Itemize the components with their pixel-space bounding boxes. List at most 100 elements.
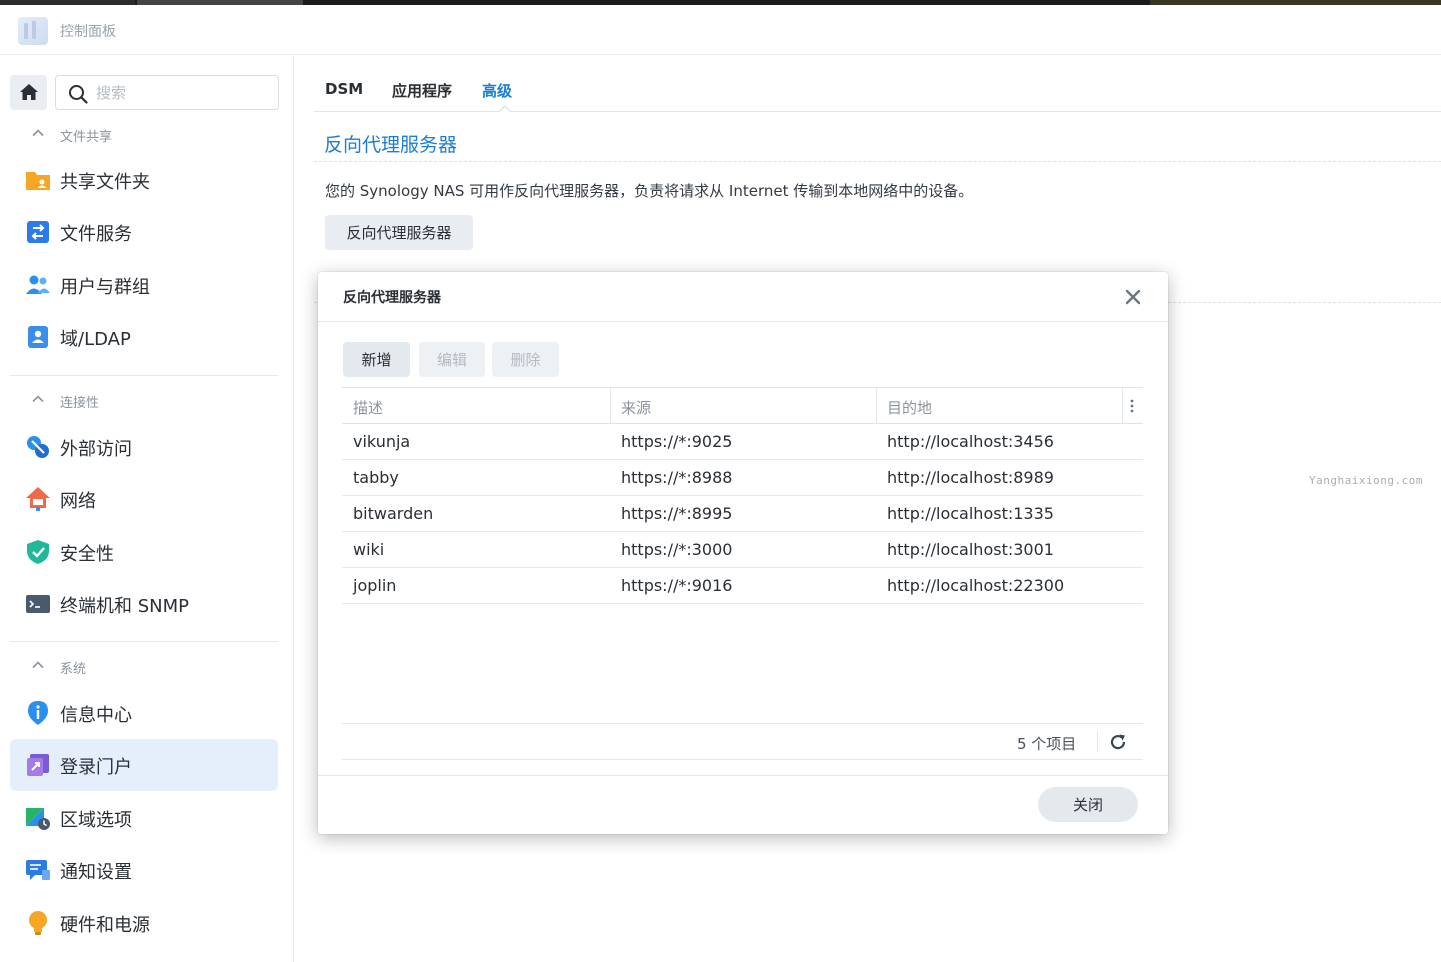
security-shield-icon bbox=[27, 540, 49, 564]
sidebar-item-network[interactable]: 网络 bbox=[10, 473, 278, 525]
chevron-up-icon bbox=[32, 661, 44, 669]
column-separator[interactable] bbox=[1122, 388, 1123, 424]
table-row[interactable]: bitwarden https://*:8995 http://localhos… bbox=[342, 496, 1143, 532]
tab-applications[interactable]: 应用程序 bbox=[392, 80, 452, 101]
section-description: 您的 Synology NAS 可用作反向代理服务器，负责将请求从 Intern… bbox=[325, 182, 974, 200]
sidebar-item-external-access[interactable]: 外部访问 bbox=[10, 421, 278, 473]
search-icon bbox=[69, 85, 88, 104]
table-row[interactable]: tabby https://*:8988 http://localhost:89… bbox=[342, 460, 1143, 496]
info-center-icon bbox=[28, 701, 48, 725]
sidebar-divider bbox=[10, 641, 278, 642]
terminal-icon bbox=[26, 595, 50, 613]
column-separator[interactable] bbox=[876, 388, 877, 424]
sidebar-item-label: 区域选项 bbox=[60, 810, 132, 831]
regional-options-icon bbox=[26, 808, 50, 830]
sidebar-item-hardware-power[interactable]: 硬件和电源 bbox=[10, 897, 278, 949]
sidebar-item-label: 终端机和 SNMP bbox=[60, 596, 189, 617]
section-divider bbox=[314, 161, 1441, 162]
chevron-up-icon bbox=[32, 395, 44, 403]
cell-destination: http://localhost:3456 bbox=[887, 432, 1054, 451]
cell-description: vikunja bbox=[353, 432, 411, 451]
sidebar-item-label: 用户与群组 bbox=[60, 277, 150, 298]
cell-description: joplin bbox=[353, 576, 397, 595]
reverse-proxy-button[interactable]: 反向代理服务器 bbox=[325, 215, 473, 250]
section-header-file-sharing[interactable]: 文件共享 bbox=[10, 120, 278, 150]
sidebar-divider bbox=[10, 375, 278, 376]
sidebar-item-info-center[interactable]: 信息中心 bbox=[10, 687, 278, 739]
sidebar-item-label: 登录门户 bbox=[60, 757, 132, 778]
table-row[interactable]: vikunja https://*:9025 http://localhost:… bbox=[342, 424, 1143, 460]
column-header-destination[interactable]: 目的地 bbox=[887, 397, 932, 418]
cell-source: https://*:9016 bbox=[621, 576, 733, 595]
notification-icon bbox=[26, 860, 50, 880]
cell-source: https://*:9025 bbox=[621, 432, 733, 451]
network-icon bbox=[26, 487, 50, 511]
users-groups-icon bbox=[26, 275, 50, 294]
section-header-connectivity[interactable]: 连接性 bbox=[10, 386, 278, 416]
cell-destination: http://localhost:3001 bbox=[887, 540, 1054, 559]
external-access-icon bbox=[27, 436, 49, 458]
watermark: Yanghaixiong.com bbox=[1309, 474, 1423, 487]
sidebar-item-label: 硬件和电源 bbox=[60, 915, 150, 936]
dialog-header: 反向代理服务器 bbox=[318, 272, 1168, 322]
sidebar: 文件共享 共享文件夹 文件服务 用户与群组 域/LDAP 连接性 外部访问 网络… bbox=[0, 56, 294, 962]
section-title: 反向代理服务器 bbox=[324, 134, 458, 156]
tab-advanced[interactable]: 高级 bbox=[482, 80, 512, 101]
column-separator[interactable] bbox=[610, 388, 611, 424]
close-icon[interactable] bbox=[1123, 287, 1143, 307]
sidebar-item-domain-ldap[interactable]: 域/LDAP bbox=[10, 311, 278, 363]
sidebar-item-file-services[interactable]: 文件服务 bbox=[10, 206, 278, 258]
domain-ldap-icon bbox=[28, 326, 48, 348]
close-button[interactable]: 关闭 bbox=[1038, 787, 1138, 822]
sidebar-item-label: 安全性 bbox=[60, 544, 114, 565]
cell-description: wiki bbox=[353, 540, 385, 559]
dialog-footer-divider bbox=[318, 775, 1168, 776]
hardware-power-icon bbox=[29, 911, 47, 935]
cell-destination: http://localhost:8989 bbox=[887, 468, 1054, 487]
sidebar-item-label: 信息中心 bbox=[60, 705, 132, 726]
search-box bbox=[55, 75, 279, 110]
column-menu-icon[interactable] bbox=[1128, 398, 1136, 414]
login-portal-icon bbox=[27, 754, 49, 776]
home-button[interactable] bbox=[10, 75, 47, 110]
control-panel-icon bbox=[18, 17, 48, 45]
cell-source: https://*:8988 bbox=[621, 468, 733, 487]
sidebar-item-label: 网络 bbox=[60, 491, 96, 512]
sidebar-item-regional-options[interactable]: 区域选项 bbox=[10, 792, 278, 844]
refresh-icon[interactable] bbox=[1109, 733, 1127, 751]
window-titlebar: 控制面板 bbox=[0, 5, 1441, 55]
sidebar-item-terminal-snmp[interactable]: 终端机和 SNMP bbox=[10, 578, 278, 630]
cell-source: https://*:8995 bbox=[621, 504, 733, 523]
table-row[interactable]: wiki https://*:3000 http://localhost:300… bbox=[342, 532, 1143, 568]
section-label: 系统 bbox=[60, 662, 87, 677]
app-title: 控制面板 bbox=[60, 24, 116, 40]
cell-destination: http://localhost:22300 bbox=[887, 576, 1065, 595]
table-row[interactable]: joplin https://*:9016 http://localhost:2… bbox=[342, 568, 1143, 604]
add-button[interactable]: 新增 bbox=[343, 342, 410, 377]
sidebar-item-label: 外部访问 bbox=[60, 439, 132, 460]
dialog-title: 反向代理服务器 bbox=[343, 290, 441, 306]
tab-dsm[interactable]: DSM bbox=[325, 80, 363, 98]
sidebar-item-label: 文件服务 bbox=[60, 224, 132, 245]
section-label: 连接性 bbox=[60, 396, 100, 411]
home-icon bbox=[20, 84, 38, 100]
sidebar-item-label: 域/LDAP bbox=[60, 329, 131, 350]
table-header: 描述 来源 目的地 bbox=[342, 387, 1143, 424]
search-input[interactable] bbox=[96, 82, 266, 104]
edit-button[interactable]: 编辑 bbox=[419, 342, 485, 377]
sidebar-item-security[interactable]: 安全性 bbox=[10, 526, 278, 578]
cell-destination: http://localhost:1335 bbox=[887, 504, 1054, 523]
reverse-proxy-dialog: 反向代理服务器 新增 编辑 删除 描述 来源 目的地 vikunja https… bbox=[318, 272, 1168, 834]
folder-share-icon bbox=[26, 172, 50, 190]
sidebar-item-label: 共享文件夹 bbox=[60, 172, 150, 193]
column-header-description[interactable]: 描述 bbox=[353, 397, 383, 418]
cell-description: bitwarden bbox=[353, 504, 434, 523]
sidebar-item-users-groups[interactable]: 用户与群组 bbox=[10, 259, 278, 311]
delete-button[interactable]: 删除 bbox=[492, 342, 559, 377]
sidebar-item-notification[interactable]: 通知设置 bbox=[10, 844, 278, 896]
section-header-system[interactable]: 系统 bbox=[10, 652, 278, 682]
sidebar-item-shared-folder[interactable]: 共享文件夹 bbox=[10, 154, 278, 206]
column-header-source[interactable]: 来源 bbox=[621, 397, 651, 418]
sidebar-item-login-portal[interactable]: 登录门户 bbox=[10, 739, 278, 791]
footer-separator bbox=[1097, 732, 1098, 752]
